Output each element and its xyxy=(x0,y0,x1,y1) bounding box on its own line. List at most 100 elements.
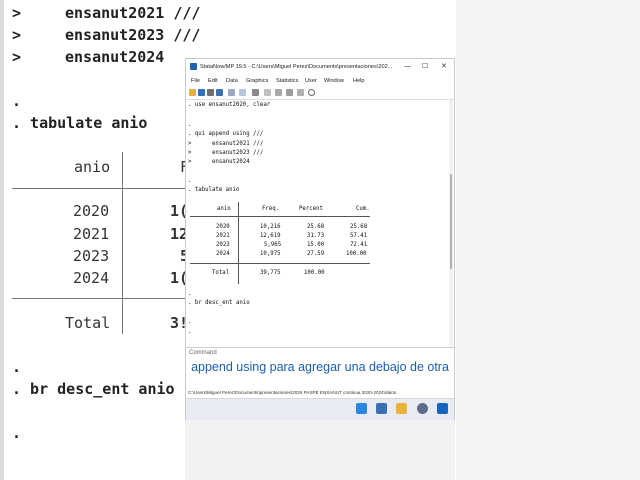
windows-taskbar xyxy=(186,398,454,420)
table-col-percent: Percent xyxy=(299,206,323,212)
more-icon[interactable] xyxy=(297,89,304,96)
table-row2-cum: 57.41 xyxy=(350,233,368,239)
settings-icon[interactable] xyxy=(417,403,428,414)
bg-line-ensanut2021: ensanut2021 /// xyxy=(65,4,201,22)
table-row2-pct: 31.73 xyxy=(307,233,325,239)
table-col-freq: Freq. xyxy=(262,206,280,212)
results-tab-cmd: . tabulate anio xyxy=(188,187,240,193)
bg-table-vline xyxy=(122,152,123,334)
table-row4-year: 2024 xyxy=(216,251,230,257)
table-row4-cum: 100.00 xyxy=(346,251,367,257)
table-hline-2 xyxy=(190,263,370,264)
results-cont-2: ensanut2023 /// xyxy=(212,150,264,156)
table-row2-year: 2021 xyxy=(216,233,230,239)
stata-app-icon xyxy=(190,63,197,70)
menu-user[interactable]: User xyxy=(305,78,317,84)
table-row3-cum: 72.41 xyxy=(350,242,368,248)
table-vline xyxy=(238,202,239,284)
table-row2-freq: 12,619 xyxy=(260,233,281,239)
menu-data[interactable]: Data xyxy=(226,78,238,84)
menu-help[interactable]: Help xyxy=(353,78,365,84)
table-row3-pct: 15.00 xyxy=(307,242,325,248)
results-br-cmd: . br desc_ent anio xyxy=(188,300,250,306)
working-directory-path: C:\Users\Miguel Perez\Documents\presenta… xyxy=(188,390,397,395)
bg-line-ensanut2024: ensanut2024 xyxy=(65,48,165,66)
variables-manager-icon[interactable] xyxy=(286,89,293,96)
table-row3-freq: 5,965 xyxy=(264,242,282,248)
bg-dot-2: . xyxy=(12,358,22,376)
table-col-anio: anio xyxy=(217,206,231,212)
results-dot-c: . xyxy=(188,291,192,297)
video-caption: append using para agregar una debajo de … xyxy=(191,360,449,374)
bg-table-header: anio xyxy=(74,158,111,176)
menu-graphics[interactable]: Graphics xyxy=(246,78,268,84)
open-icon[interactable] xyxy=(189,89,196,96)
bg-total-label: Total xyxy=(65,314,111,332)
table-row1-freq: 10,216 xyxy=(260,224,281,230)
bg-prompt-2: > xyxy=(12,26,22,44)
log-icon[interactable] xyxy=(216,89,223,96)
bg-year-2024: 2024 xyxy=(73,269,110,287)
table-total-pct: 100.00 xyxy=(304,270,325,276)
results-scrollbar-thumb[interactable] xyxy=(450,174,452,269)
bg-table-hline-2 xyxy=(12,298,187,299)
status-bar: C:\Users\Miguel Perez\Documents\presenta… xyxy=(186,389,454,398)
print-icon[interactable] xyxy=(207,89,214,96)
menu-file[interactable]: File xyxy=(191,78,200,84)
bg-line-tabulate: . tabulate anio xyxy=(12,114,148,132)
title-bar: StataNow/MP 19.5 - C:\Users\Miguel Perez… xyxy=(186,59,454,76)
windows-start-icon[interactable] xyxy=(356,403,367,414)
table-total-freq: 39,775 xyxy=(260,270,281,276)
data-editor-icon[interactable] xyxy=(264,89,271,96)
stata-window: StataNow/MP 19.5 - C:\Users\Miguel Perez… xyxy=(185,58,455,420)
close-button[interactable]: ✕ xyxy=(441,62,447,70)
results-append-cmd: . qui append using /// xyxy=(188,131,264,137)
results-prompt-3: > xyxy=(188,159,192,165)
results-cont-1: ensanut2021 /// xyxy=(212,141,264,147)
results-prompt-2: > xyxy=(188,150,192,156)
save-icon[interactable] xyxy=(198,89,205,96)
results-dot-e: . xyxy=(188,329,192,335)
notepad-icon[interactable] xyxy=(376,403,387,414)
results-use-cmd: . use ensanut2020, clear xyxy=(188,102,271,108)
break-icon[interactable] xyxy=(308,89,315,96)
results-cont-3: ensanut2024 xyxy=(212,159,250,165)
bg-dot-3: . xyxy=(12,424,22,442)
menu-window[interactable]: Window xyxy=(324,78,344,84)
table-col-cum: Cum. xyxy=(356,206,370,212)
table-row4-freq: 10,975 xyxy=(260,251,281,257)
bg-prompt-1: > xyxy=(12,4,22,22)
graph-icon[interactable] xyxy=(239,89,246,96)
maximize-button[interactable]: ☐ xyxy=(422,62,428,70)
viewer-icon[interactable] xyxy=(228,89,235,96)
menu-statistics[interactable]: Statistics xyxy=(276,78,298,84)
bg-year-2020: 2020 xyxy=(73,202,110,220)
menu-bar: File Edit Data Graphics Statistics User … xyxy=(186,76,454,87)
command-panel[interactable]: Command append using para agregar una de… xyxy=(186,347,454,390)
window-title: StataNow/MP 19.5 - C:\Users\Miguel Perez… xyxy=(200,64,393,70)
command-label: Command xyxy=(189,350,217,356)
outlook-icon[interactable] xyxy=(437,403,448,414)
file-explorer-icon[interactable] xyxy=(396,403,407,414)
results-dot-a: . xyxy=(188,122,192,128)
bg-prompt-3: > xyxy=(12,48,22,66)
data-browser-icon[interactable] xyxy=(275,89,282,96)
table-row1-year: 2020 xyxy=(216,224,230,230)
table-row1-cum: 25.68 xyxy=(350,224,368,230)
bottom-strip xyxy=(185,420,455,480)
right-gray-area xyxy=(456,0,640,480)
table-hline-1 xyxy=(190,216,370,217)
do-file-editor-icon[interactable] xyxy=(252,89,259,96)
table-total-label: Total xyxy=(212,270,230,276)
menu-edit[interactable]: Edit xyxy=(208,78,218,84)
bg-table-hline-1 xyxy=(12,188,187,189)
bg-line-br: . br desc_ent anio xyxy=(12,380,175,398)
bg-year-2021: 2021 xyxy=(73,225,110,243)
bg-year-2023: 2023 xyxy=(73,247,110,265)
results-dot-b: . xyxy=(188,178,192,184)
results-pane: . use ensanut2020, clear . . qui append … xyxy=(188,100,446,347)
results-prompt-1: > xyxy=(188,141,192,147)
table-row1-pct: 25.68 xyxy=(307,224,325,230)
table-row4-pct: 27.59 xyxy=(307,251,325,257)
minimize-button[interactable]: — xyxy=(404,62,411,70)
